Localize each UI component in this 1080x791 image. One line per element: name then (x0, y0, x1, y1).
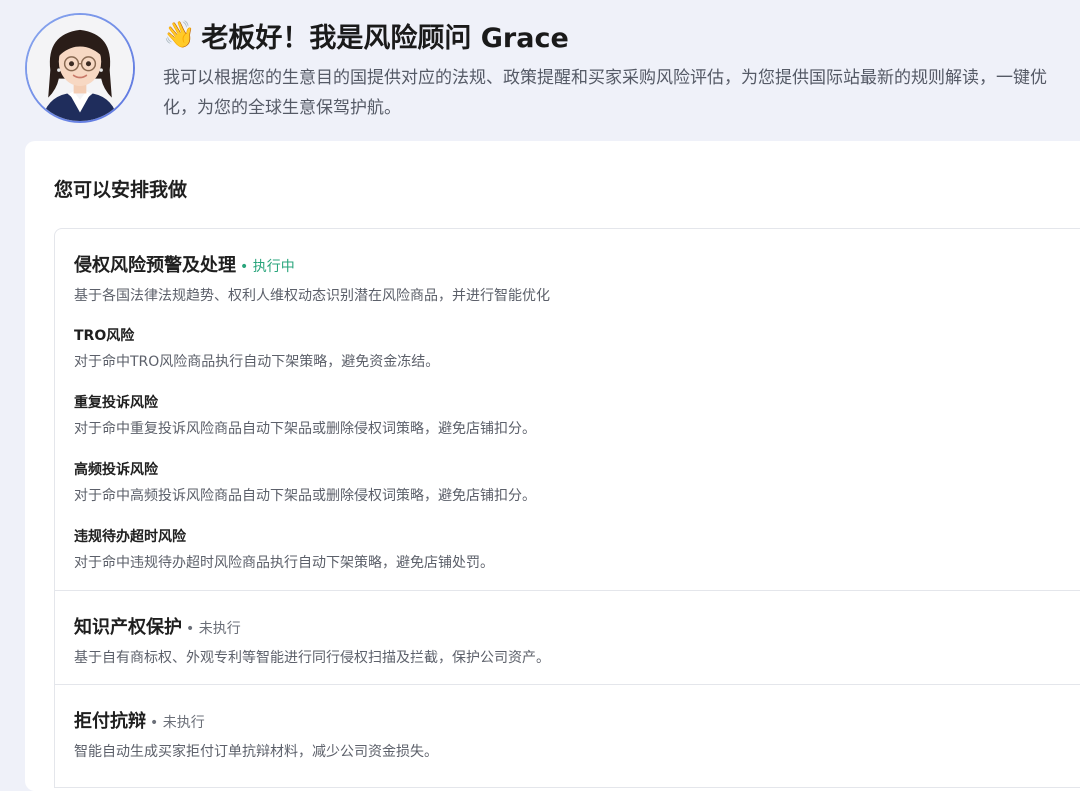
subitem-title: 违规待办超时风险 (74, 529, 186, 545)
task-item-chargeback-defense[interactable]: 拒付抗辩 • 未执行 智能自动生成买家拒付订单抗辩材料，减少公司资金损失。 (55, 685, 1080, 787)
advisor-header: 👋 老板好！我是风险顾问 Grace 我可以根据您的生意目的国提供对应的法规、政… (0, 0, 1080, 140)
task-list: 侵权风险预警及处理 • 执行中 基于各国法律法规趋势、权利人维权动态识别潜在风险… (54, 228, 1080, 788)
status-badge: • 未执行 (186, 621, 241, 637)
subitem-description: 对于命中违规待办超时风险商品执行自动下架策略，避免店铺处罚。 (74, 555, 494, 571)
subitem-title: 高频投诉风险 (74, 462, 158, 478)
task-header: 侵权风险预警及处理 • 执行中 (74, 251, 295, 277)
task-description: 基于各国法律法规趋势、权利人维权动态识别潜在风险商品，并进行智能优化 (74, 288, 550, 304)
task-header: 知识产权保护 • 未执行 (74, 613, 241, 639)
task-title: 知识产权保护 (74, 617, 182, 638)
task-description: 智能自动生成买家拒付订单抗辩材料，减少公司资金损失。 (74, 744, 438, 760)
status-badge: • 未执行 (150, 715, 205, 731)
subitem-title: 重复投诉风险 (74, 395, 158, 411)
task-card: 您可以安排我做 侵权风险预警及处理 • 执行中 基于各国法律法规趋势、权利人维权… (25, 141, 1080, 791)
task-description: 基于自有商标权、外观专利等智能进行同行侵权扫描及拦截，保护公司资产。 (74, 650, 550, 666)
task-title: 侵权风险预警及处理 (74, 255, 236, 276)
greeting-text: 老板好！我是风险顾问 Grace (201, 22, 569, 54)
subitem-description: 对于命中高频投诉风险商品自动下架品或删除侵权词策略，避免店铺扣分。 (74, 488, 536, 504)
advisor-intro: 我可以根据您的生意目的国提供对应的法规、政策提醒和买家采购风险评估，为您提供国际… (163, 68, 1047, 118)
advisor-portrait-icon (27, 15, 133, 121)
waving-hand-icon: 👋 (163, 20, 196, 50)
status-badge: • 执行中 (240, 259, 295, 275)
subitem-title: TRO风险 (74, 328, 135, 344)
task-header: 拒付抗辩 • 未执行 (74, 707, 205, 733)
task-title: 拒付抗辩 (74, 711, 146, 732)
subitem-description: 对于命中重复投诉风险商品自动下架品或删除侵权词策略，避免店铺扣分。 (74, 421, 536, 437)
task-item-infringement-warning[interactable]: 侵权风险预警及处理 • 执行中 基于各国法律法规趋势、权利人维权动态识别潜在风险… (55, 229, 1080, 591)
task-item-ip-protection[interactable]: 知识产权保护 • 未执行 基于自有商标权、外观专利等智能进行同行侵权扫描及拦截，… (55, 591, 1080, 685)
greeting-title: 👋 老板好！我是风险顾问 Grace (163, 15, 569, 55)
subitem-description: 对于命中TRO风险商品执行自动下架策略，避免资金冻结。 (74, 354, 440, 370)
card-title: 您可以安排我做 (54, 179, 188, 201)
advisor-avatar (25, 13, 135, 123)
